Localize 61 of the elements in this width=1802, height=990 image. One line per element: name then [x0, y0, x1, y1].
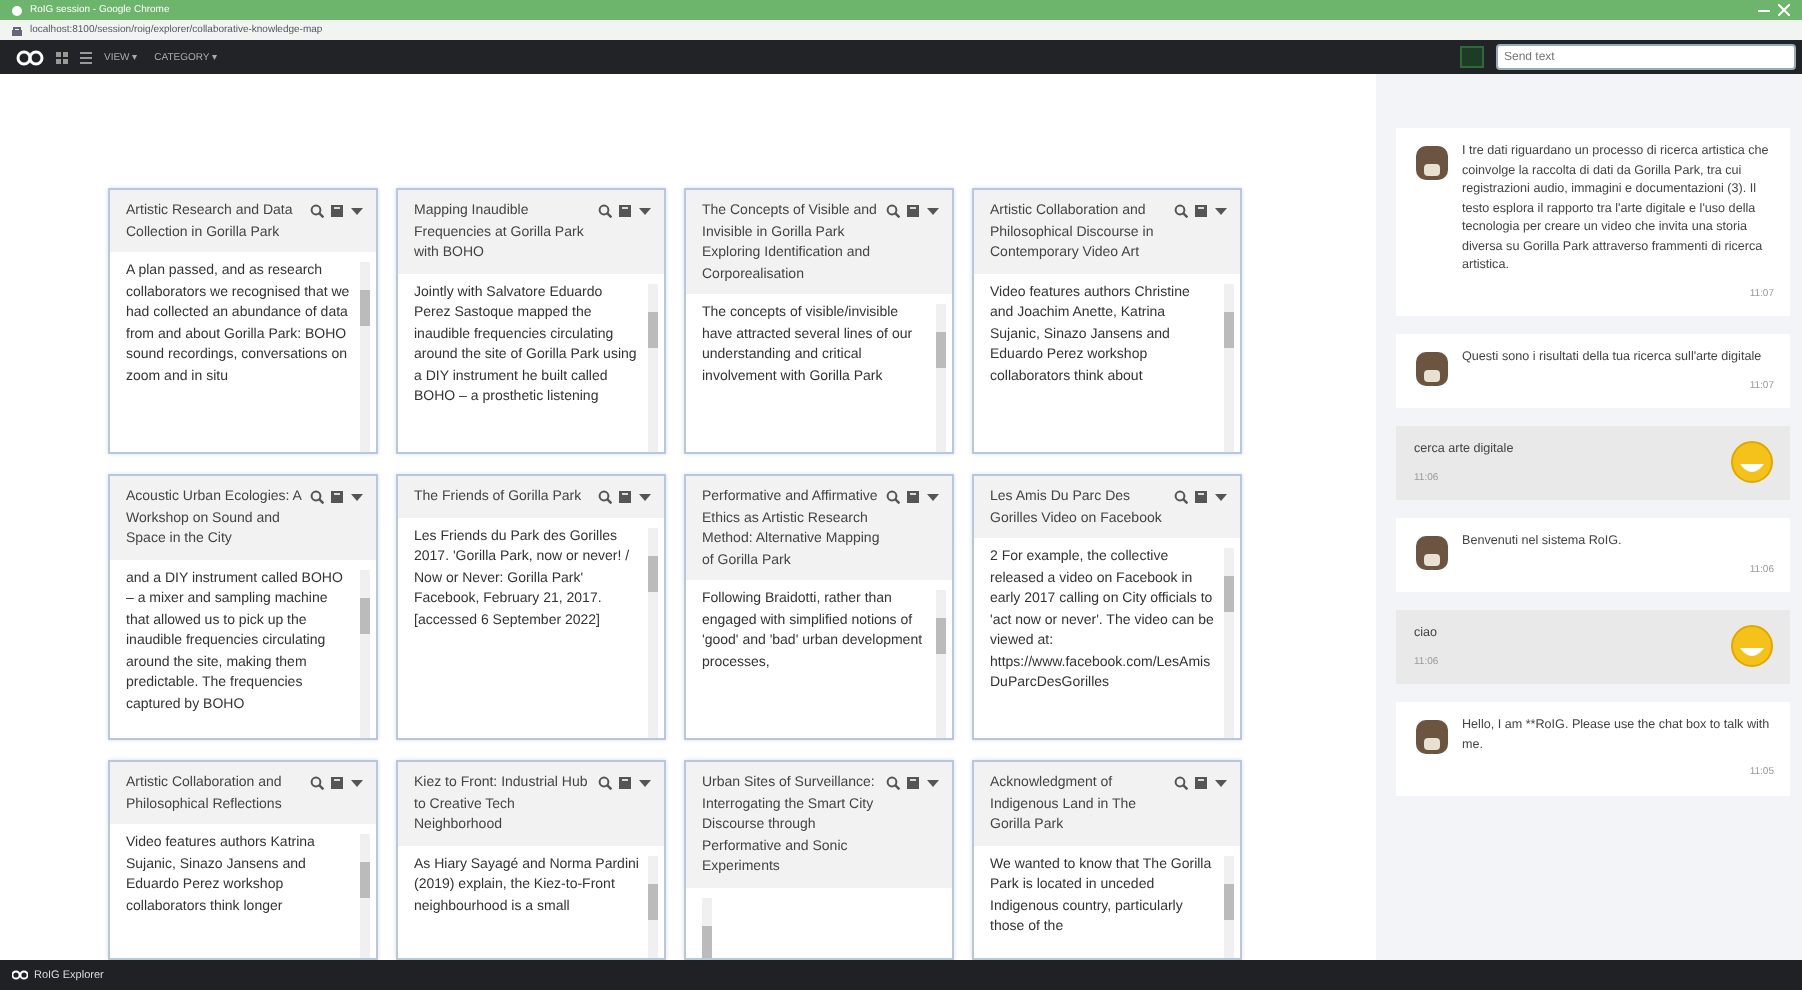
caret-icon[interactable] — [350, 776, 364, 790]
scrollbar[interactable] — [936, 590, 946, 738]
document-icon[interactable] — [906, 490, 920, 504]
scrollbar[interactable] — [360, 569, 370, 738]
caret-icon[interactable] — [638, 490, 652, 504]
scrollbar[interactable] — [360, 834, 370, 958]
search-icon[interactable] — [310, 776, 324, 790]
search-icon[interactable] — [310, 490, 324, 504]
bot-avatar-icon — [1414, 532, 1450, 572]
document-icon[interactable] — [330, 204, 344, 218]
search-icon[interactable] — [598, 490, 612, 504]
document-icon[interactable] — [330, 490, 344, 504]
avatar-icon — [1730, 440, 1774, 484]
document-icon[interactable] — [618, 490, 632, 504]
caret-icon[interactable] — [926, 776, 940, 790]
logo-icon[interactable] — [16, 49, 44, 65]
browser-icon — [12, 5, 22, 15]
bot-avatar-icon — [1414, 142, 1450, 182]
document-icon[interactable] — [906, 776, 920, 790]
document-icon[interactable] — [618, 204, 632, 218]
caret-icon[interactable] — [926, 490, 940, 504]
toggle-button[interactable] — [1460, 46, 1484, 68]
search-icon[interactable] — [310, 204, 324, 218]
document-icon[interactable] — [1194, 204, 1208, 218]
search-icon[interactable] — [886, 776, 900, 790]
caret-icon[interactable] — [1214, 204, 1228, 218]
document-icon[interactable] — [906, 204, 920, 218]
caret-icon[interactable] — [638, 204, 652, 218]
scrollbar[interactable] — [360, 262, 370, 452]
search-icon[interactable] — [1174, 490, 1188, 504]
logo-icon[interactable] — [12, 970, 28, 980]
document-icon[interactable] — [618, 776, 632, 790]
search-icon[interactable] — [1174, 776, 1188, 790]
document-icon[interactable] — [330, 776, 344, 790]
grid-icon[interactable] — [56, 51, 68, 63]
caret-icon[interactable] — [350, 490, 364, 504]
bot-avatar-icon — [1414, 348, 1450, 388]
scrollbar[interactable] — [1224, 548, 1234, 738]
caret-icon[interactable] — [1214, 776, 1228, 790]
scrollbar[interactable] — [702, 897, 712, 958]
caret-icon[interactable] — [926, 204, 940, 218]
scrollbar[interactable] — [648, 527, 658, 738]
lock-icon — [12, 25, 22, 35]
document-icon[interactable] — [1194, 490, 1208, 504]
scrollbar[interactable] — [1224, 855, 1234, 958]
caret-icon[interactable] — [1214, 490, 1228, 504]
caret-icon[interactable] — [350, 204, 364, 218]
scrollbar[interactable] — [648, 283, 658, 452]
list-icon[interactable] — [80, 51, 92, 63]
search-icon[interactable] — [886, 490, 900, 504]
caret-icon[interactable] — [638, 776, 652, 790]
search-icon[interactable] — [1174, 204, 1188, 218]
bot-avatar-icon — [1414, 716, 1450, 756]
scrollbar[interactable] — [648, 855, 658, 958]
scrollbar[interactable] — [936, 304, 946, 452]
search-icon[interactable] — [886, 204, 900, 218]
search-icon[interactable] — [598, 776, 612, 790]
search-icon[interactable] — [598, 204, 612, 218]
document-icon[interactable] — [1194, 776, 1208, 790]
avatar-icon — [1730, 624, 1774, 668]
scrollbar[interactable] — [1224, 283, 1234, 452]
